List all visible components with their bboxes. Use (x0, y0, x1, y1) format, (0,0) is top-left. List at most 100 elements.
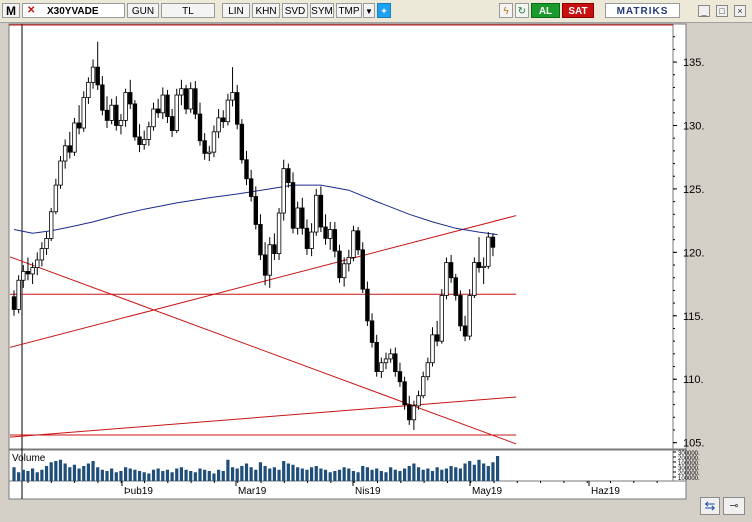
candle-body (444, 262, 449, 296)
volume-bar (179, 467, 183, 481)
volume-bar (35, 472, 39, 481)
volume-bar (482, 463, 486, 481)
close-icon[interactable]: × (734, 5, 746, 17)
volume-bar (91, 461, 95, 481)
svd-button[interactable]: SVD (282, 3, 308, 18)
candle-body (462, 325, 468, 337)
remove-symbol-icon[interactable]: ✕ (27, 5, 43, 16)
buy-button[interactable]: AL (531, 3, 560, 18)
menu-button[interactable]: M (2, 3, 20, 18)
price-chart[interactable]: 135.130.125.120.115.110.105.Volume 300000… (0, 22, 752, 522)
candle-body (109, 104, 114, 121)
candle-body (62, 145, 68, 162)
volume-bar (189, 471, 193, 481)
volume-bar (375, 468, 379, 481)
candle-body (434, 334, 440, 342)
volume-bar (221, 471, 225, 481)
sym-button[interactable]: SYM (310, 3, 334, 18)
currency-button[interactable]: TL (161, 3, 215, 18)
volume-bar (137, 471, 142, 481)
volume-bar (361, 466, 365, 481)
candle-body (151, 108, 156, 128)
volume-bar (63, 463, 67, 481)
candle-body (323, 226, 328, 239)
volume-bar (110, 468, 114, 481)
volume-bar (430, 471, 435, 481)
candle-body (486, 236, 491, 267)
x-tick-label: Mar19 (238, 486, 267, 497)
candle-body (76, 122, 82, 129)
candle-body (118, 120, 124, 126)
candle-body (169, 116, 175, 131)
candle-body (360, 249, 365, 290)
candle-body (53, 184, 59, 213)
sync-icon[interactable]: ⇆ (700, 497, 720, 515)
y-tick-label: 120. (683, 247, 704, 259)
sell-button[interactable]: SAT (562, 3, 594, 18)
volume-bar (212, 473, 216, 481)
volume-label: Volume (12, 453, 46, 464)
volume-bar (198, 468, 202, 481)
candle-body (95, 66, 100, 86)
twitter-icon[interactable]: ✦ (377, 3, 391, 18)
candle-body (86, 81, 91, 98)
linear-scale-button[interactable]: LIN (222, 3, 250, 18)
candle-body (207, 151, 212, 154)
volume-bar (170, 472, 174, 481)
candle-body (453, 277, 458, 296)
candle-body (216, 117, 221, 133)
volume-bar (17, 472, 21, 481)
lightning-icon[interactable]: ϟ (499, 3, 513, 18)
khn-button[interactable]: KHN (252, 3, 280, 18)
volume-bar (40, 469, 44, 481)
volume-bar (365, 467, 369, 481)
volume-bar (235, 468, 239, 481)
candle-body (188, 88, 193, 110)
volume-bar (31, 468, 35, 481)
volume-bar (184, 469, 188, 481)
symbol-field[interactable]: ✕ X30YVADE (22, 3, 125, 18)
pin-icon[interactable]: ⊸ (723, 497, 745, 515)
volume-bar (310, 467, 314, 481)
candle-body (11, 296, 17, 310)
candle-body (393, 353, 398, 373)
volume-bar (282, 461, 286, 481)
brand-logo: MATRIKS (605, 3, 680, 18)
candle-body (44, 238, 49, 249)
candle-body (314, 194, 319, 233)
dropdown-arrow-icon[interactable]: ▼ (363, 3, 375, 18)
tmp-button[interactable]: TMP (336, 3, 362, 18)
volume-bar (389, 467, 393, 481)
candle-body (290, 182, 296, 229)
candle-body (179, 88, 184, 96)
candle-body (383, 358, 389, 364)
y-tick-label: 125. (683, 184, 704, 196)
period-button[interactable]: GUN (127, 3, 159, 18)
volume-bar (244, 463, 249, 481)
maximize-icon[interactable]: □ (716, 5, 728, 17)
candle-body (49, 211, 54, 239)
volume-bar (72, 464, 77, 481)
candle-body (281, 168, 286, 214)
volume-bar (254, 469, 258, 481)
volume-bar (342, 467, 346, 481)
volume-bar (458, 468, 462, 481)
candle-body (448, 262, 454, 279)
candle-body (351, 230, 356, 258)
price-panel (8, 23, 674, 450)
volume-bar (151, 469, 156, 481)
refresh-icon[interactable]: ↻ (515, 3, 529, 18)
minimize-icon[interactable]: _ (698, 5, 710, 17)
candle-body (90, 66, 96, 83)
volume-bar (435, 467, 439, 481)
candle-body (16, 279, 21, 310)
candle-body (374, 342, 379, 373)
volume-bar (142, 472, 146, 481)
volume-bar (44, 466, 49, 481)
candle-body (407, 404, 412, 421)
candle-body (193, 88, 198, 115)
volume-bar (403, 468, 407, 481)
candle-body (420, 376, 426, 397)
volume-bar (477, 459, 481, 481)
candle-body (439, 295, 444, 342)
